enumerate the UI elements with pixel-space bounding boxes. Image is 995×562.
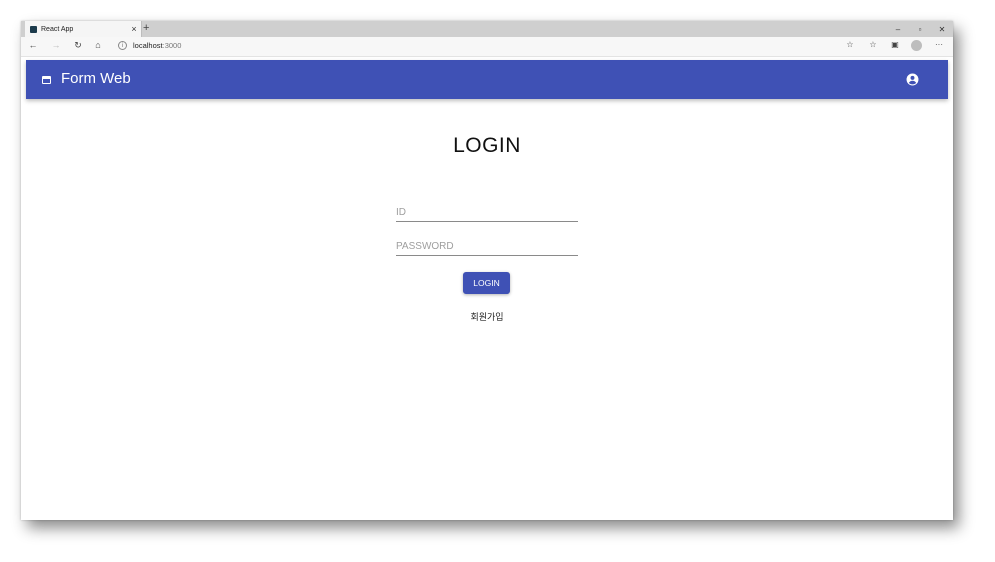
new-tab-button[interactable]: +	[143, 22, 149, 34]
login-heading: LOGIN	[453, 134, 521, 157]
refresh-icon[interactable]: ↻	[72, 40, 84, 51]
id-input[interactable]	[396, 203, 578, 222]
url-field[interactable]: localhost:3000	[133, 41, 181, 50]
collections-icon[interactable]: ▣	[889, 40, 901, 49]
address-bar: ← → ↻ ⌂ i localhost:3000 ☆ ☆ ▣ ···	[21, 37, 953, 57]
app-bar: Form Web	[26, 60, 948, 99]
window-controls: – ▫ ✕	[887, 21, 953, 37]
minimize-button[interactable]: –	[887, 25, 909, 34]
page-viewport: Form Web LOGIN LOGIN 회원가입	[21, 57, 953, 520]
app-title: Form Web	[61, 70, 131, 87]
tab-strip: React App × + – ▫ ✕	[21, 21, 953, 37]
profile-icon[interactable]	[911, 40, 922, 51]
site-info-icon[interactable]: i	[118, 41, 127, 50]
web-asset-icon	[42, 76, 51, 84]
more-icon[interactable]: ···	[933, 40, 945, 49]
close-window-button[interactable]: ✕	[931, 25, 953, 34]
favorites-icon[interactable]: ☆	[867, 40, 879, 49]
back-icon[interactable]: ←	[27, 40, 39, 50]
browser-window: React App × + – ▫ ✕ ← → ↻ ⌂ i localhost:…	[21, 21, 953, 520]
tab-title: React App	[41, 25, 74, 33]
password-input[interactable]	[396, 237, 578, 256]
forward-icon[interactable]: →	[50, 40, 62, 50]
home-icon[interactable]: ⌂	[92, 40, 104, 50]
browser-tab[interactable]: React App ×	[25, 21, 142, 37]
signup-link[interactable]: 회원가입	[21, 310, 953, 323]
react-favicon-icon	[30, 25, 37, 33]
restore-button[interactable]: ▫	[909, 25, 931, 34]
account-circle-icon[interactable]	[906, 73, 919, 86]
favorite-star-icon[interactable]: ☆	[844, 40, 856, 49]
login-button[interactable]: LOGIN	[463, 272, 510, 294]
tab-close-icon[interactable]: ×	[127, 24, 141, 34]
